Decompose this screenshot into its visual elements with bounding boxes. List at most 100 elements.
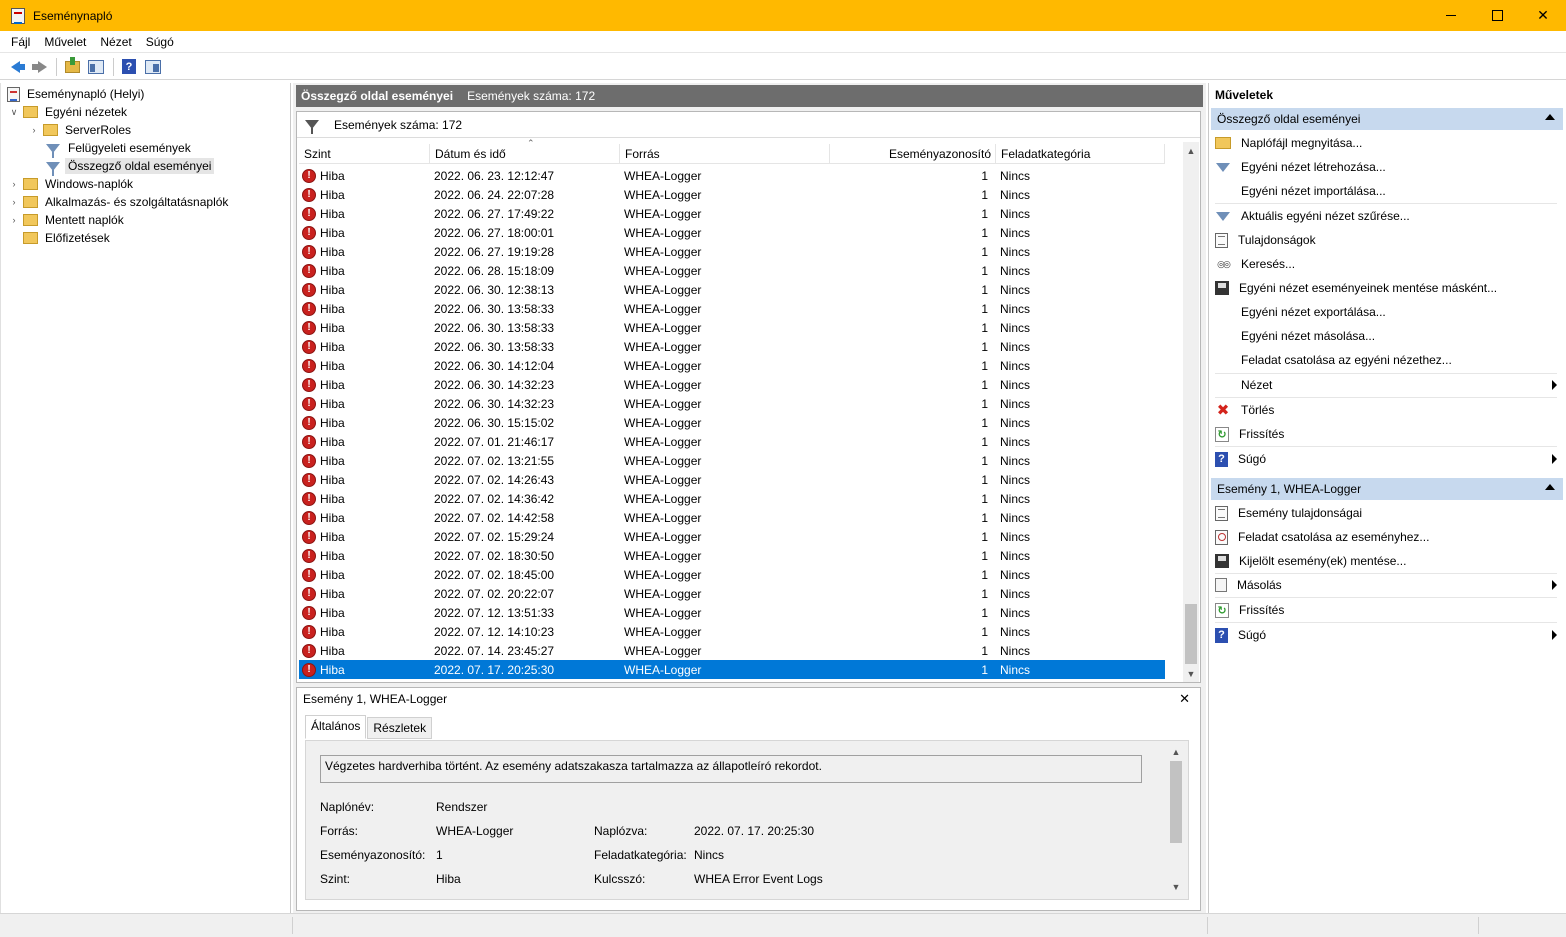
tree-item-server-roles[interactable]: › ServerRoles bbox=[28, 121, 134, 139]
column-event-id[interactable]: Eseményazonosító bbox=[830, 144, 996, 164]
menu-file[interactable]: Fájl bbox=[4, 35, 37, 49]
table-row[interactable]: ! Hiba 2022. 06. 27. 17:49:22 WHEA-Logger 1 N… bbox=[299, 204, 1165, 223]
chevron-right-icon[interactable]: › bbox=[28, 124, 40, 136]
forward-button[interactable] bbox=[28, 56, 50, 78]
table-row[interactable]: ! Hiba 2022. 06. 24. 22:07:28 WHEA-Logger 1 N… bbox=[299, 185, 1165, 204]
table-row[interactable]: ! Hiba 2022. 07. 02. 20:22:07 WHEA-Logger 1 N… bbox=[299, 584, 1165, 603]
column-source[interactable]: Forrás bbox=[620, 144, 830, 164]
action-save-events[interactable]: Egyéni nézet eseményeinek mentése máskén… bbox=[1215, 277, 1557, 299]
tree-item-app-logs[interactable]: › Alkalmazás- és szolgáltatásnaplók bbox=[8, 193, 231, 211]
chevron-right-icon[interactable]: › bbox=[8, 178, 20, 190]
table-row[interactable]: ! Hiba 2022. 07. 02. 13:21:55 WHEA-Logger 1 N… bbox=[299, 451, 1165, 470]
show-hide-action-pane-button[interactable] bbox=[142, 56, 164, 78]
table-row[interactable]: ! Hiba 2022. 07. 02. 14:36:42 WHEA-Logger 1 N… bbox=[299, 489, 1165, 508]
column-task-category[interactable]: Feladatkategória bbox=[996, 144, 1165, 164]
actions-section-event[interactable]: Esemény 1, WHEA-Logger bbox=[1211, 478, 1563, 500]
table-row[interactable]: ! Hiba 2022. 07. 02. 14:42:58 WHEA-Logger 1 N… bbox=[299, 508, 1165, 527]
action-delete[interactable]: Törlés bbox=[1215, 399, 1557, 421]
back-button[interactable] bbox=[4, 56, 26, 78]
action-export-view[interactable]: Egyéni nézet exportálása... bbox=[1215, 301, 1557, 323]
column-level[interactable]: Szint bbox=[299, 144, 430, 164]
table-row[interactable]: ! Hiba 2022. 07. 12. 13:51:33 WHEA-Logger 1 N… bbox=[299, 603, 1165, 622]
table-row[interactable]: ! Hiba 2022. 07. 02. 15:29:24 WHEA-Logger 1 N… bbox=[299, 527, 1165, 546]
action-attach-task-event[interactable]: Feladat csatolása az eseményhez... bbox=[1215, 526, 1557, 548]
action-help[interactable]: ? Súgó bbox=[1215, 448, 1557, 470]
tree-item-subscriptions[interactable]: Előfizetések bbox=[23, 229, 113, 247]
table-row[interactable]: ! Hiba 2022. 06. 30. 14:12:04 WHEA-Logger 1 N… bbox=[299, 356, 1165, 375]
chevron-down-icon[interactable]: ∨ bbox=[8, 106, 20, 118]
action-create-view[interactable]: Egyéni nézet létrehozása... bbox=[1215, 156, 1557, 178]
table-row[interactable]: ! Hiba 2022. 06. 30. 13:58:33 WHEA-Logger 1 N… bbox=[299, 318, 1165, 337]
action-find[interactable]: Keresés... bbox=[1215, 253, 1557, 275]
action-open-log[interactable]: Naplófájl megnyitása... bbox=[1215, 132, 1557, 154]
action-attach-task-view[interactable]: Feladat csatolása az egyéni nézethez... bbox=[1215, 349, 1557, 371]
list-scrollbar[interactable]: ▲ ▼ bbox=[1183, 142, 1199, 682]
scroll-up-icon[interactable]: ▲ bbox=[1168, 743, 1184, 760]
actions-section-view[interactable]: Összegző oldal eseményei bbox=[1211, 108, 1563, 130]
table-row[interactable]: ! Hiba 2022. 06. 27. 19:19:28 WHEA-Logger 1 N… bbox=[299, 242, 1165, 261]
scroll-down-icon[interactable]: ▼ bbox=[1183, 665, 1199, 682]
tab-details[interactable]: Részletek bbox=[367, 717, 433, 739]
tree-item-root[interactable]: Eseménynapló (Helyi) bbox=[7, 85, 147, 103]
table-row[interactable]: ! Hiba 2022. 06. 30. 12:38:13 WHEA-Logger 1 N… bbox=[299, 280, 1165, 299]
show-hide-tree-button[interactable] bbox=[85, 56, 107, 78]
action-view-submenu[interactable]: Nézet bbox=[1215, 374, 1557, 396]
tree-item-windows-logs[interactable]: › Windows-naplók bbox=[8, 175, 136, 193]
action-copy[interactable]: Másolás bbox=[1215, 574, 1557, 596]
action-filter-view[interactable]: Aktuális egyéni nézet szűrése... bbox=[1215, 205, 1557, 227]
action-event-properties[interactable]: Esemény tulajdonságai bbox=[1215, 502, 1557, 524]
scroll-thumb[interactable] bbox=[1185, 604, 1197, 664]
menu-action[interactable]: Művelet bbox=[37, 35, 93, 49]
table-row[interactable]: ! Hiba 2022. 06. 30. 14:32:23 WHEA-Logger 1 N… bbox=[299, 375, 1165, 394]
scroll-down-icon[interactable]: ▼ bbox=[1168, 878, 1184, 895]
maximize-button[interactable] bbox=[1474, 0, 1520, 31]
table-row[interactable]: ! Hiba 2022. 07. 14. 23:45:27 WHEA-Logger 1 N… bbox=[299, 641, 1165, 660]
chevron-right-icon[interactable]: › bbox=[8, 214, 20, 226]
action-properties[interactable]: Tulajdonságok bbox=[1215, 229, 1557, 251]
tab-general[interactable]: Általános bbox=[305, 715, 367, 739]
up-level-button[interactable] bbox=[61, 56, 83, 78]
table-row[interactable]: ! Hiba 2022. 06. 30. 13:58:33 WHEA-Logger 1 N… bbox=[299, 337, 1165, 356]
scroll-up-icon[interactable]: ▲ bbox=[1183, 142, 1199, 159]
action-help-event[interactable]: ? Súgó bbox=[1215, 624, 1557, 646]
table-row[interactable]: ! Hiba 2022. 06. 27. 18:00:01 WHEA-Logger 1 N… bbox=[299, 223, 1165, 242]
collapse-icon[interactable] bbox=[1545, 114, 1555, 120]
export-icon bbox=[1215, 304, 1231, 320]
scroll-thumb[interactable] bbox=[1170, 761, 1182, 843]
table-row[interactable]: ! Hiba 2022. 07. 01. 21:46:17 WHEA-Logger 1 N… bbox=[299, 432, 1165, 451]
table-row[interactable]: ! Hiba 2022. 06. 23. 12:12:47 WHEA-Logger 1 N… bbox=[299, 166, 1165, 185]
action-copy-view[interactable]: Egyéni nézet másolása... bbox=[1215, 325, 1557, 347]
filter-icon bbox=[46, 161, 60, 176]
detail-scrollbar[interactable]: ▲ ▼ bbox=[1168, 743, 1184, 895]
minimize-button[interactable] bbox=[1428, 0, 1474, 31]
action-import-view[interactable]: Egyéni nézet importálása... bbox=[1215, 180, 1557, 202]
close-icon[interactable]: ✕ bbox=[1179, 691, 1190, 707]
tree-item-custom-views[interactable]: ∨ Egyéni nézetek bbox=[8, 103, 130, 121]
event-description[interactable]: Végzetes hardverhiba történt. Az esemény… bbox=[320, 755, 1142, 783]
table-row[interactable]: ! Hiba 2022. 07. 02. 18:30:50 WHEA-Logger 1 N… bbox=[299, 546, 1165, 565]
table-row[interactable]: ! Hiba 2022. 07. 17. 20:25:30 WHEA-Logger 1 N… bbox=[299, 660, 1165, 679]
actions-separator bbox=[1215, 446, 1557, 447]
collapse-icon[interactable] bbox=[1545, 484, 1555, 490]
tree-item-admin-events[interactable]: Felügyeleti események bbox=[46, 139, 194, 158]
column-date[interactable]: Dátum és idő bbox=[430, 144, 620, 164]
table-row[interactable]: ! Hiba 2022. 06. 30. 15:15:02 WHEA-Logger 1 N… bbox=[299, 413, 1165, 432]
table-row[interactable]: ! Hiba 2022. 07. 02. 18:45:00 WHEA-Logger 1 N… bbox=[299, 565, 1165, 584]
menu-view[interactable]: Nézet bbox=[93, 35, 138, 49]
help-button[interactable]: ? bbox=[118, 56, 140, 78]
table-row[interactable]: ! Hiba 2022. 07. 02. 14:26:43 WHEA-Logger 1 N… bbox=[299, 470, 1165, 489]
action-refresh-event[interactable]: Frissítés bbox=[1215, 599, 1557, 621]
close-button[interactable] bbox=[1520, 0, 1566, 31]
cell-category: Nincs bbox=[1000, 491, 1031, 506]
tree-item-saved-logs[interactable]: › Mentett naplók bbox=[8, 211, 127, 229]
action-save-selected[interactable]: Kijelölt esemény(ek) mentése... bbox=[1215, 550, 1557, 572]
menu-help[interactable]: Súgó bbox=[139, 35, 181, 49]
table-row[interactable]: ! Hiba 2022. 06. 30. 13:58:33 WHEA-Logger 1 N… bbox=[299, 299, 1165, 318]
action-refresh[interactable]: Frissítés bbox=[1215, 423, 1557, 445]
chevron-right-icon[interactable]: › bbox=[8, 196, 20, 208]
tree-item-summary-events[interactable]: Összegző oldal eseményei bbox=[46, 157, 215, 176]
table-row[interactable]: ! Hiba 2022. 07. 12. 14:10:23 WHEA-Logger 1 N… bbox=[299, 622, 1165, 641]
table-row[interactable]: ! Hiba 2022. 06. 28. 15:18:09 WHEA-Logger 1 N… bbox=[299, 261, 1165, 280]
event-properties-icon bbox=[1215, 505, 1228, 521]
table-row[interactable]: ! Hiba 2022. 06. 30. 14:32:23 WHEA-Logger 1 N… bbox=[299, 394, 1165, 413]
